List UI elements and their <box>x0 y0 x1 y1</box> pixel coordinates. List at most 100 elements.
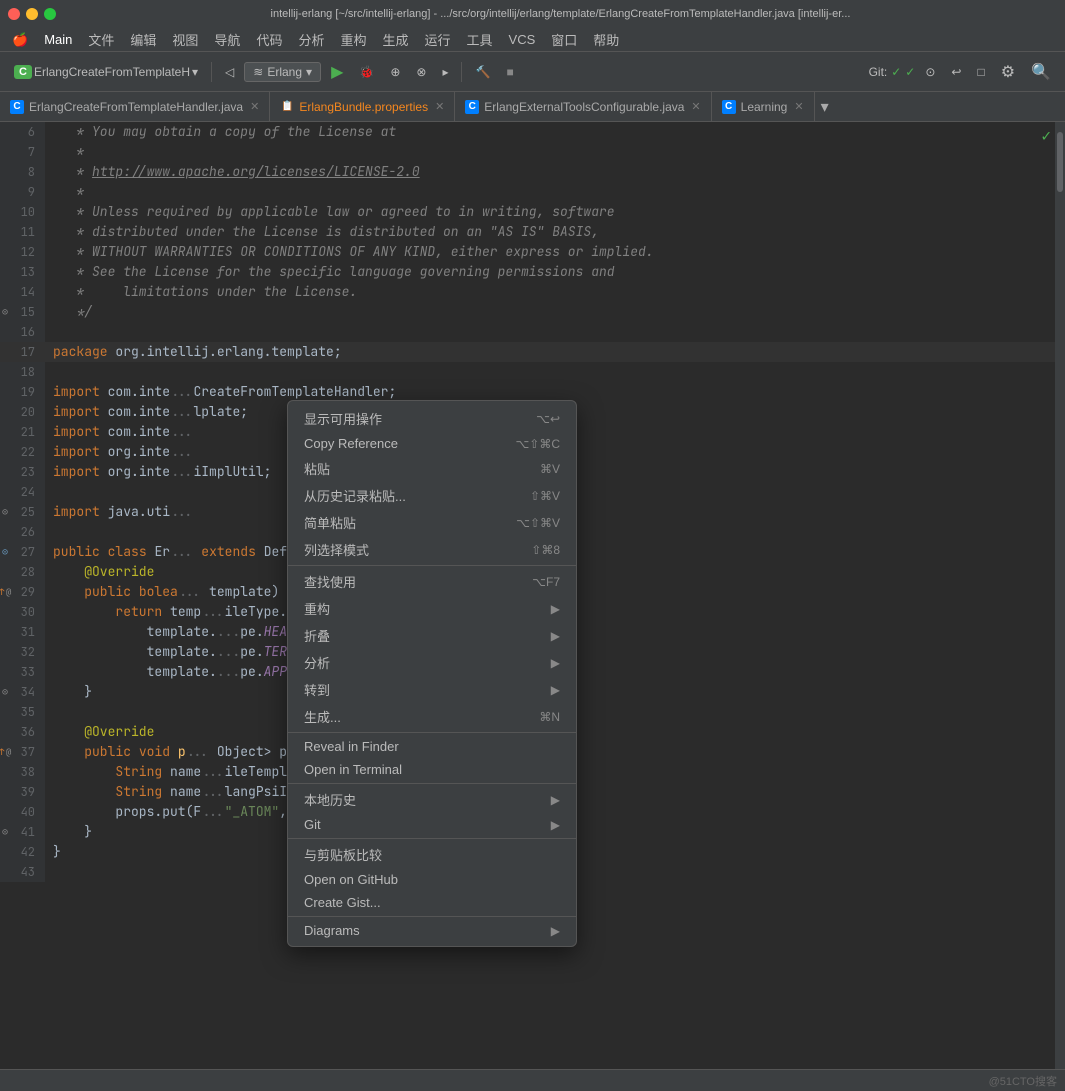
ctx-compare-clipboard[interactable]: 与剪贴板比较 <box>288 841 576 868</box>
line-number-40: 40 <box>0 802 45 822</box>
menu-help[interactable]: 帮助 <box>585 30 627 49</box>
tab-close-4[interactable]: ✕ <box>794 100 803 113</box>
line-number-14: 14 <box>0 282 45 302</box>
ctx-diagrams[interactable]: Diagrams ▶ <box>288 919 576 942</box>
ctx-diagrams-label: Diagrams <box>304 923 551 938</box>
ctx-simple-paste-label: 简单粘贴 <box>304 513 508 532</box>
menu-window[interactable]: 窗口 <box>543 30 585 49</box>
navigate-back-button[interactable]: ◁ <box>219 63 240 81</box>
git-history-button[interactable]: ⊙ <box>919 63 941 81</box>
menu-vcs[interactable]: VCS <box>501 32 544 47</box>
ctx-show-actions-label: 显示可用操作 <box>304 409 528 428</box>
tab-close-3[interactable]: ✕ <box>691 100 700 113</box>
context-menu: 显示可用操作 ⌥↩ Copy Reference ⌥⇧⌘C 粘贴 ⌘V 从历史记… <box>287 400 577 947</box>
code-line-18: 18 <box>0 362 1065 382</box>
tab-close-2[interactable]: ✕ <box>435 100 444 113</box>
line-number-27: ⊙27 <box>0 542 45 562</box>
tab-learning[interactable]: C Learning ✕ <box>712 92 815 121</box>
ctx-analyze-label: 分析 <box>304 653 551 672</box>
code-line-15: ⊙15 */ <box>0 302 1065 322</box>
find-button[interactable]: □ <box>971 63 990 81</box>
ctx-show-actions[interactable]: 显示可用操作 ⌥↩ <box>288 405 576 432</box>
menu-apple[interactable]: 🍎 <box>4 32 36 48</box>
ctx-paste-from-history[interactable]: 从历史记录粘贴... ⇧⌘V <box>288 482 576 509</box>
menu-build[interactable]: 生成 <box>374 30 416 49</box>
ctx-copy-reference[interactable]: Copy Reference ⌥⇧⌘C <box>288 432 576 455</box>
project-selector[interactable]: C ErlangCreateFromTemplateH ▾ <box>8 63 204 81</box>
ctx-sep-4 <box>288 838 576 839</box>
ctx-find-usages[interactable]: 查找使用 ⌥F7 <box>288 568 576 595</box>
ctx-refactor-label: 重构 <box>304 599 551 618</box>
scrollbar-track[interactable] <box>1055 122 1065 1069</box>
line-number-37: ↑@37 <box>0 742 45 762</box>
menu-run[interactable]: 运行 <box>417 30 459 49</box>
menu-navigate[interactable]: 导航 <box>206 30 248 49</box>
more-run-options[interactable]: ▸ <box>436 63 454 81</box>
menu-refactor[interactable]: 重构 <box>332 30 374 49</box>
scrollbar-thumb[interactable] <box>1057 132 1063 192</box>
ctx-fold[interactable]: 折叠 ▶ <box>288 622 576 649</box>
run-button[interactable]: ▶ <box>325 60 349 84</box>
tab-erlang-create[interactable]: C ErlangCreateFromTemplateHandler.java ✕ <box>0 92 270 121</box>
run-with-coverage[interactable]: ⊕ <box>384 63 406 81</box>
ctx-sep-2 <box>288 732 576 733</box>
ctx-reveal-finder[interactable]: Reveal in Finder <box>288 735 576 758</box>
minimize-button[interactable] <box>26 8 38 20</box>
git-check-2[interactable]: ✓ <box>905 65 915 79</box>
ctx-local-history-arrow: ▶ <box>551 793 560 807</box>
line-number-31: 31 <box>0 622 45 642</box>
line-number-32: 32 <box>0 642 45 662</box>
menu-tools[interactable]: 工具 <box>459 30 501 49</box>
ctx-goto-label: 转到 <box>304 680 551 699</box>
separator-1 <box>211 62 212 82</box>
tab-close-1[interactable]: ✕ <box>250 100 259 113</box>
tab-erlang-external[interactable]: C ErlangExternalToolsConfigurable.java ✕ <box>455 92 711 121</box>
ctx-git[interactable]: Git ▶ <box>288 813 576 836</box>
ctx-column-mode-shortcut: ⇧⌘8 <box>531 543 560 557</box>
ctx-diagrams-arrow: ▶ <box>551 924 560 938</box>
menu-main[interactable]: Main <box>36 32 80 47</box>
menu-analyze[interactable]: 分析 <box>290 30 332 49</box>
profile-button[interactable]: ⊗ <box>410 63 432 81</box>
line-code-16 <box>45 322 1065 342</box>
git-check-1[interactable]: ✓ <box>891 65 901 79</box>
tab-erlang-bundle[interactable]: 📋 ErlangBundle.properties ✕ <box>270 92 455 121</box>
menu-edit[interactable]: 编辑 <box>122 30 164 49</box>
ctx-open-github[interactable]: Open on GitHub <box>288 868 576 891</box>
ctx-goto[interactable]: 转到 ▶ <box>288 676 576 703</box>
ctx-paste[interactable]: 粘贴 ⌘V <box>288 455 576 482</box>
ctx-sep-5 <box>288 916 576 917</box>
ctx-git-label: Git <box>304 817 551 832</box>
menu-file[interactable]: 文件 <box>80 30 122 49</box>
debug-button[interactable]: 🐞 <box>353 63 380 81</box>
menu-view[interactable]: 视图 <box>164 30 206 49</box>
build-button[interactable]: 🔨 <box>469 63 496 81</box>
status-bar: @51CTO搜客 <box>0 1069 1065 1091</box>
line-number-22: 22 <box>0 442 45 462</box>
tab-label-3: ErlangExternalToolsConfigurable.java <box>484 100 684 114</box>
code-line-17: 17 package org.intellij.erlang.template; <box>0 342 1065 362</box>
line-code-9: * <box>45 182 1065 202</box>
line-number-28: 28 <box>0 562 45 582</box>
stop-button[interactable]: ■ <box>500 63 519 81</box>
ctx-analyze[interactable]: 分析 ▶ <box>288 649 576 676</box>
ctx-create-gist[interactable]: Create Gist... <box>288 891 576 914</box>
ctx-generate[interactable]: 生成... ⌘N <box>288 703 576 730</box>
ctx-open-terminal[interactable]: Open in Terminal <box>288 758 576 781</box>
ctx-column-mode[interactable]: 列选择模式 ⇧⌘8 <box>288 536 576 563</box>
tabs-overflow-button[interactable]: ▾ <box>815 92 835 121</box>
line-code-14: * limitations under the License. <box>45 282 1065 302</box>
menu-code[interactable]: 代码 <box>248 30 290 49</box>
ctx-simple-paste[interactable]: 简单粘贴 ⌥⇧⌘V <box>288 509 576 536</box>
line-code-12: * WITHOUT WARRANTIES OR CONDITIONS OF AN… <box>45 242 1065 262</box>
ctx-local-history[interactable]: 本地历史 ▶ <box>288 786 576 813</box>
settings-button[interactable]: ⚙ <box>995 60 1021 84</box>
git-revert-button[interactable]: ↩ <box>945 63 967 81</box>
close-button[interactable] <box>8 8 20 20</box>
maximize-button[interactable] <box>44 8 56 20</box>
search-everywhere-button[interactable]: 🔍 <box>1025 60 1057 84</box>
ctx-refactor[interactable]: 重构 ▶ <box>288 595 576 622</box>
tab-icon-learning: C <box>722 100 736 114</box>
run-config-dropdown[interactable]: ≋ Erlang ▾ <box>244 62 321 82</box>
menu-bar: 🍎 Main 文件 编辑 视图 导航 代码 分析 重构 生成 运行 工具 VCS… <box>0 28 1065 52</box>
